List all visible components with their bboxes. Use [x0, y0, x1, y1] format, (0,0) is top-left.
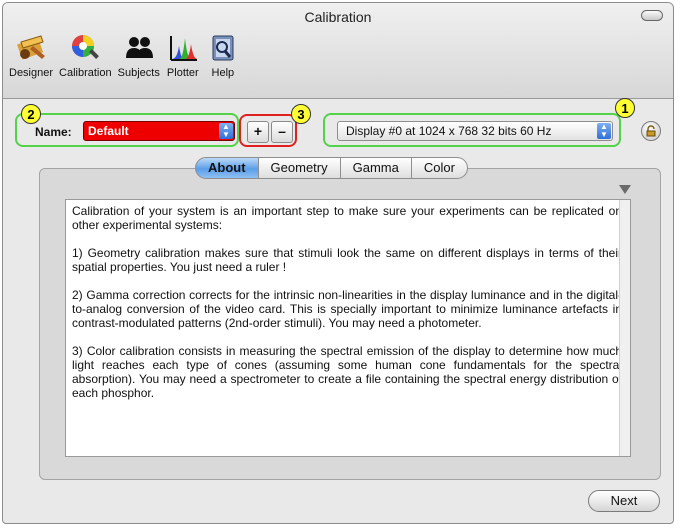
about-paragraph: 2) Gamma correction corrects for the int…	[72, 288, 622, 330]
toolbar-calibration[interactable]: Calibration	[59, 31, 112, 79]
about-paragraph: 1) Geometry calibration makes sure that …	[72, 246, 622, 274]
toolbar-help[interactable]: Help	[206, 31, 240, 79]
disclosure-triangle-icon[interactable]	[619, 185, 631, 194]
callout-badge-3: 3	[291, 104, 311, 124]
titlebar: Calibration Designer Calibration Subject…	[3, 3, 673, 99]
callout-badge-1: 1	[615, 98, 635, 118]
tab-geometry[interactable]: Geometry	[258, 157, 341, 179]
tab-bar: About Geometry Gamma Color	[195, 157, 468, 179]
tab-about[interactable]: About	[195, 157, 259, 179]
display-select[interactable]: Display #0 at 1024 x 768 32 bits 60 Hz ▲…	[337, 121, 613, 141]
toolbar-subjects[interactable]: Subjects	[118, 31, 160, 79]
lock-icon	[646, 125, 656, 137]
text-scrollbar[interactable]	[619, 200, 630, 456]
toolbar: Designer Calibration Subjects Plotter He…	[9, 31, 240, 79]
subjects-icon	[122, 31, 156, 65]
designer-icon	[14, 31, 48, 65]
about-paragraph: 3) Color calibration consists in measuri…	[72, 344, 622, 400]
callout-badge-2: 2	[21, 104, 41, 124]
window-title: Calibration	[304, 9, 372, 25]
lock-button[interactable]	[641, 121, 661, 141]
next-button[interactable]: Next	[588, 490, 660, 512]
add-button[interactable]: +	[247, 121, 269, 143]
toolbar-calibration-label: Calibration	[59, 67, 112, 79]
calibration-window: Calibration Designer Calibration Subject…	[2, 2, 674, 524]
about-text-area[interactable]: Calibration of your system is an importa…	[65, 199, 631, 457]
toolbar-help-label: Help	[211, 67, 235, 79]
toolbar-plotter[interactable]: Plotter	[166, 31, 200, 79]
name-select[interactable]: Default ▲ ▼	[83, 121, 235, 141]
toolbar-designer[interactable]: Designer	[9, 31, 53, 79]
remove-button[interactable]: –	[271, 121, 293, 143]
toolbar-designer-label: Designer	[9, 67, 54, 79]
tab-gamma[interactable]: Gamma	[340, 157, 412, 179]
help-icon	[206, 31, 240, 65]
plotter-icon	[166, 31, 200, 65]
toolbar-toggle-button[interactable]	[641, 10, 663, 21]
select-arrows-icon: ▲ ▼	[597, 123, 611, 139]
name-select-value: Default	[88, 124, 129, 138]
toolbar-plotter-label: Plotter	[166, 67, 199, 79]
toolbar-subjects-label: Subjects	[117, 67, 160, 79]
select-arrows-icon: ▲ ▼	[219, 123, 233, 139]
about-paragraph: Calibration of your system is an importa…	[72, 204, 622, 232]
tab-color[interactable]: Color	[411, 157, 468, 179]
calibration-icon	[68, 31, 102, 65]
name-label: Name:	[35, 125, 72, 139]
display-select-value: Display #0 at 1024 x 768 32 bits 60 Hz	[346, 124, 552, 138]
